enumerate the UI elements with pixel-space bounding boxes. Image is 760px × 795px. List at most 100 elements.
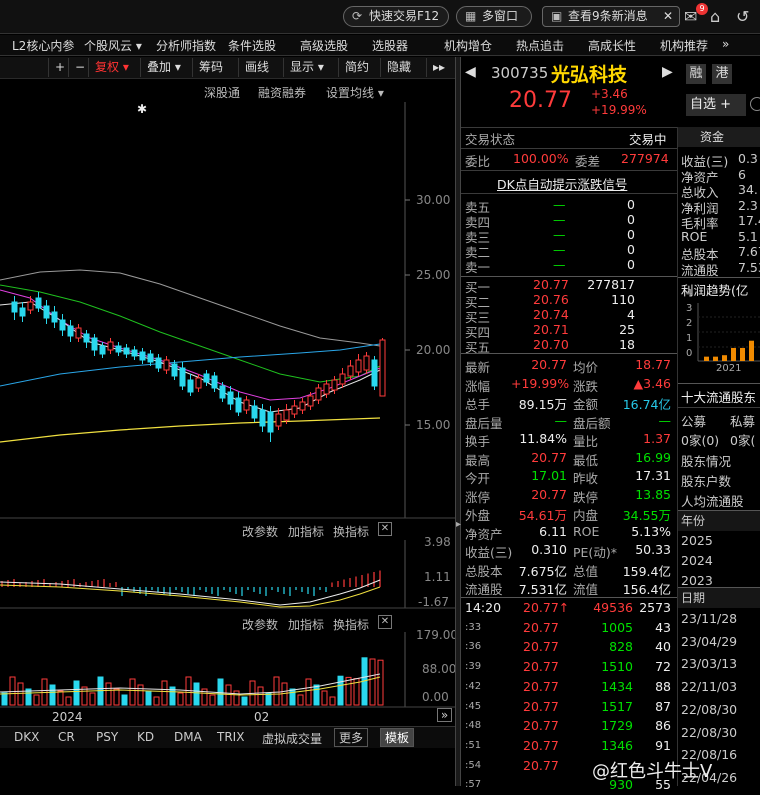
chips-button[interactable]: 筹码 <box>192 58 229 77</box>
date-row[interactable]: 22/08/30 <box>681 702 737 717</box>
holder-link[interactable]: 人均流通股 <box>681 491 744 510</box>
stat-value: 18.77 <box>635 357 671 372</box>
macd-swap-link[interactable]: 换指标 <box>333 523 369 540</box>
stat-label: 总手 <box>465 397 491 412</box>
holder-link[interactable]: 股东户数 <box>681 471 731 490</box>
bid-row[interactable]: 买四 20.71 25 <box>461 322 677 340</box>
menu-more-icon[interactable]: » <box>722 37 729 51</box>
macd-add-link[interactable]: 加指标 <box>288 523 324 540</box>
year-row[interactable]: 2025 <box>681 533 713 548</box>
menu-item[interactable]: 热点追击 <box>516 37 564 54</box>
refresh-icon: ⟳ <box>352 9 363 23</box>
stat-value: 50.33 <box>635 542 671 557</box>
tab-virtual-volume[interactable]: 虚拟成交量 <box>262 730 322 747</box>
trend-bar <box>713 356 718 361</box>
macd-close-icon[interactable]: ✕ <box>378 522 392 536</box>
bid-row[interactable]: 买五 20.70 18 <box>461 337 677 355</box>
tick-count: 88 <box>655 678 671 694</box>
simple-button[interactable]: 简约 <box>338 58 375 77</box>
candle-body <box>379 339 386 397</box>
prev-stock-icon[interactable]: ◀ <box>465 64 476 80</box>
menu-item[interactable]: 分析师指数 <box>156 37 216 54</box>
holder-link[interactable]: 股东情况 <box>681 451 731 470</box>
ma-line-gray <box>0 269 381 347</box>
tick-price: 20.77 <box>523 737 559 753</box>
menu-item[interactable]: 高级选股 <box>300 37 348 54</box>
holder-tab-public[interactable]: 公募 <box>681 411 706 430</box>
messages-label: 查看9条新消息 <box>568 9 648 23</box>
ask-row[interactable]: 卖四 —0 <box>461 212 677 230</box>
quick-trade-button[interactable]: ⟳ 快速交易F12 <box>343 6 449 27</box>
tab-funds[interactable]: 资金 <box>678 127 760 147</box>
tick-time: :51 <box>465 739 482 751</box>
ask-row[interactable]: 卖一 — 0 <box>461 257 677 275</box>
year-row[interactable]: 2024 <box>681 553 713 568</box>
tab-more[interactable]: 更多 <box>334 728 369 747</box>
ask-row[interactable]: 卖三 —0 <box>461 227 677 245</box>
hk-tag[interactable]: 港 <box>712 64 732 84</box>
candle-body <box>35 297 42 309</box>
date-row[interactable]: 22/08/30 <box>681 725 737 740</box>
tick-row: :33 20.77 1005 43 <box>461 620 677 638</box>
margin-tag[interactable]: 融 <box>686 64 706 84</box>
tab-kd[interactable]: KD <box>137 730 154 744</box>
menu-item[interactable]: 选股器 <box>372 37 408 54</box>
next-stock-icon[interactable]: ▶ <box>662 64 673 80</box>
year-row[interactable]: 2023 <box>681 573 713 588</box>
dk-signal-link[interactable]: DK点自动提示涨跌信号 <box>497 174 627 193</box>
tab-dma[interactable]: DMA <box>174 730 202 744</box>
ask-row[interactable]: 卖二 —0 <box>461 242 677 260</box>
menu-item[interactable]: 机构增仓 <box>444 37 492 54</box>
holder-tab-private[interactable]: 私募 <box>730 411 755 430</box>
tab-dkx[interactable]: DKX <box>14 730 39 744</box>
close-messages-icon[interactable]: ✕ <box>663 7 673 26</box>
add-watchlist-button[interactable]: 自选 + <box>686 94 746 116</box>
draw-line-button[interactable]: 画线 <box>238 58 275 77</box>
stat-label: 换手 <box>465 434 491 449</box>
vol-swap-link[interactable]: 换指标 <box>333 616 369 633</box>
ask-row[interactable]: 卖五 —0 <box>461 197 677 215</box>
date-row[interactable]: 23/11/28 <box>681 611 737 626</box>
vol-param-link[interactable]: 改参数 <box>242 616 278 633</box>
vol-add-link[interactable]: 加指标 <box>288 616 324 633</box>
back-icon[interactable]: ↺ <box>736 7 749 26</box>
menu-item[interactable]: 条件选股 <box>228 37 276 54</box>
vol-close-icon[interactable]: ✕ <box>378 615 392 629</box>
expand-icon[interactable]: ▸▸ <box>426 58 451 77</box>
menu-item[interactable]: 高成长性 <box>588 37 636 54</box>
date-row[interactable]: 23/03/13 <box>681 656 737 671</box>
settings-circle-icon[interactable] <box>750 97 760 111</box>
adjust-button[interactable]: 复权 ▾ <box>88 58 135 77</box>
scroll-right-icon[interactable]: » <box>437 708 452 722</box>
messages-button[interactable]: ▣ 查看9条新消息 ✕ <box>542 6 680 27</box>
tab-cr[interactable]: CR <box>58 730 75 744</box>
date-row[interactable]: 23/04/29 <box>681 634 737 649</box>
stat-label: 最新 <box>465 360 491 375</box>
tab-psy[interactable]: PSY <box>96 730 118 744</box>
trend-year: 2021 <box>716 363 742 374</box>
kline-svg <box>0 102 455 708</box>
kline-chart-area[interactable]: 深股通 融资融券 设置均线 ▾ ✱ 30.00 25.00 20.00 15.0… <box>0 80 458 735</box>
tab-trix[interactable]: TRIX <box>217 730 244 744</box>
tick-volume: 1434 <box>601 678 633 694</box>
hide-button[interactable]: 隐藏 <box>380 58 417 77</box>
bid-row[interactable]: 买二 20.76 110 <box>461 292 677 310</box>
home-icon[interactable]: ⌂ <box>710 7 720 26</box>
tick-price: 20.77 <box>523 678 559 694</box>
date-row[interactable]: 22/11/03 <box>681 679 737 694</box>
volume-bar <box>329 696 336 706</box>
tick-row: :42 20.77 1434 88 <box>461 679 677 697</box>
overlay-button[interactable]: 叠加 ▾ <box>140 58 187 77</box>
menu-item[interactable]: 个股风云 ▾ <box>84 37 142 54</box>
trend-bar <box>731 347 736 361</box>
bid-row[interactable]: 买三 20.74 4 <box>461 307 677 325</box>
tab-template[interactable]: 模板 <box>380 728 415 747</box>
candle-body <box>267 411 274 433</box>
menu-item[interactable]: L2核心内参 <box>12 37 74 54</box>
tick-row: :36 20.77 828 40 <box>461 639 677 657</box>
multi-window-button[interactable]: ▦ 多窗口 <box>456 6 532 27</box>
bid-row[interactable]: 买一 20.77 277817 <box>461 277 677 295</box>
macd-param-link[interactable]: 改参数 <box>242 523 278 540</box>
display-button[interactable]: 显示 ▾ <box>283 58 330 77</box>
menu-item[interactable]: 机构推荐 <box>660 37 708 54</box>
